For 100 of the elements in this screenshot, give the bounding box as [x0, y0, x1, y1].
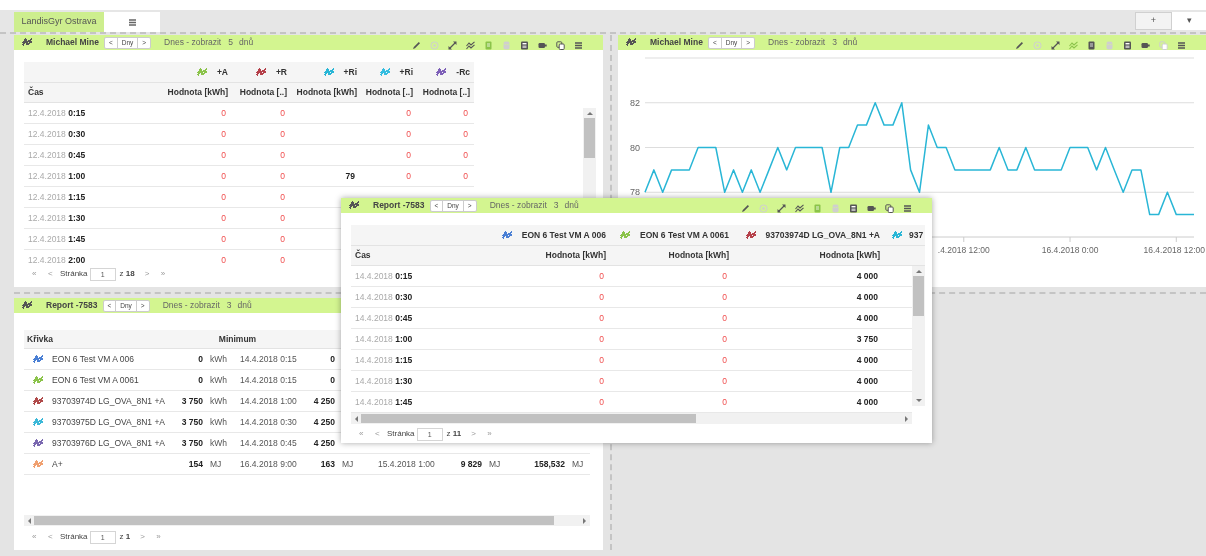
line-chart-icon[interactable] [795, 204, 804, 213]
expand-icon[interactable] [1051, 41, 1060, 50]
chart-icon[interactable] [22, 301, 34, 310]
time-cell: 14.4.2018 0:30 [355, 290, 413, 304]
value-cell: 4 000 [856, 311, 878, 325]
time-cell: 12.4.2018 0:15 [28, 106, 86, 120]
period-label: Dnes - zobrazit [164, 36, 222, 49]
period-count: 3 [832, 36, 837, 49]
column-header: 93703974D LG_OVA_8N1 +A [765, 228, 880, 242]
time-cell: 12.4.2018 1:00 [28, 169, 86, 183]
column-header: +R [275, 65, 287, 79]
value-cell: 0 [406, 106, 411, 120]
panel-title: Michael Mine [46, 36, 99, 49]
panel-title: Report -7583 [373, 199, 425, 212]
curve-name: A+ [52, 457, 63, 471]
value-cell: 0 [599, 332, 604, 346]
document-icon[interactable] [1087, 41, 1096, 50]
date-cell: 14.4.2018 0:15 [240, 373, 297, 387]
chart-icon[interactable] [626, 38, 638, 47]
time-cell: 12.4.2018 1:45 [28, 232, 86, 246]
time-cell: 14.4.2018 1:30 [355, 374, 413, 388]
time-cell: 14.4.2018 1:15 [355, 353, 413, 367]
battery-icon[interactable] [867, 204, 876, 213]
pencil-icon[interactable] [412, 41, 421, 50]
menu-icon[interactable] [574, 41, 583, 50]
value-cell: 154 [188, 457, 203, 471]
column-header: Čas [355, 249, 371, 262]
page-count: z 11 [446, 428, 462, 440]
unit-cell: MJ [489, 457, 501, 471]
unit-cell: MJ [572, 457, 584, 471]
column-header: -Rc [456, 65, 470, 79]
date-cell: 16.4.2018 9:00 [240, 457, 297, 471]
value-cell: 4 000 [856, 374, 878, 388]
value-cell: 4 250 [313, 436, 335, 450]
battery-icon[interactable] [538, 41, 547, 50]
value-cell: 0 [406, 127, 411, 141]
copy-icon[interactable] [556, 41, 565, 50]
unit-cell: MJ [342, 457, 354, 471]
scrollbar[interactable] [912, 266, 925, 406]
unit-cell: kWh [210, 436, 227, 450]
menu-button[interactable] [104, 12, 160, 32]
value-cell: 0 [221, 190, 226, 204]
period-label: Dnes - zobrazit [162, 299, 220, 312]
chart-icon[interactable] [349, 201, 361, 210]
time-cell: 12.4.2018 2:00 [28, 253, 86, 267]
value-cell: 4 000 [856, 353, 878, 367]
line-chart-icon[interactable] [466, 41, 475, 50]
value-cell: 3 750 [181, 394, 203, 408]
add-button[interactable]: + [1135, 12, 1172, 30]
expand-icon[interactable] [777, 204, 786, 213]
value-cell: 0 [280, 169, 285, 183]
value-cell: 0 [280, 232, 285, 246]
value-cell: 0 [722, 332, 727, 346]
pencil-icon[interactable] [741, 204, 750, 213]
period-label: Dnes - zobrazit [768, 36, 826, 49]
column-header: +Ri [399, 65, 413, 79]
column-header: Hodnota [kWh] [296, 86, 357, 99]
expand-icon[interactable] [448, 41, 457, 50]
menu-icon[interactable] [903, 204, 912, 213]
value-cell: 3 750 [856, 332, 878, 346]
date-cell: 14.4.2018 0:30 [240, 415, 297, 429]
value-cell: 4 250 [313, 394, 335, 408]
tab[interactable]: LandisGyr Ostrava [14, 12, 104, 32]
value-cell: 0 [722, 353, 727, 367]
pencil-icon[interactable] [1015, 41, 1024, 50]
date-cell: 14.4.2018 0:45 [240, 436, 297, 450]
curve-name: EON 6 Test VM A 006 [52, 352, 135, 366]
calculator-icon[interactable] [520, 41, 529, 50]
menu-icon [127, 17, 137, 27]
calculator-icon[interactable] [1123, 41, 1132, 50]
scrollbar[interactable] [24, 515, 590, 526]
menu-icon[interactable] [1177, 41, 1186, 50]
battery-icon[interactable] [1141, 41, 1150, 50]
copy-icon[interactable] [885, 204, 894, 213]
time-cell: 14.4.2018 1:00 [355, 332, 413, 346]
value-cell: 0 [280, 127, 285, 141]
curve-name: 93703975D LG_OVA_8N1 +A [52, 415, 166, 429]
value-cell: 0 [221, 148, 226, 162]
chart-icon[interactable] [22, 38, 34, 47]
period-unit: dnů [564, 199, 579, 212]
pager-label: Stránka [387, 428, 415, 440]
period-count: 3 [226, 299, 232, 312]
period-count: 5 [228, 36, 233, 49]
scrollbar[interactable] [351, 413, 912, 424]
value-cell: 3 750 [181, 436, 203, 450]
unit-cell: kWh [210, 352, 227, 366]
unit-cell: kWh [210, 415, 227, 429]
date-cell: 14.4.2018 0:15 [240, 352, 297, 366]
value-cell: 0 [599, 353, 604, 367]
period-label: Dnes - zobrazit [489, 199, 547, 212]
value-cell: 0 [330, 352, 335, 366]
dropdown-button[interactable]: ▾ [1172, 12, 1206, 30]
value-cell: 0 [221, 253, 226, 267]
page-count: z 1 [119, 531, 131, 543]
pager-label: Stránka [60, 268, 88, 280]
calculator-icon[interactable] [849, 204, 858, 213]
value-cell: 0 [599, 290, 604, 304]
value-cell: 0 [406, 169, 411, 183]
column-header: +A [216, 65, 228, 79]
value-cell: 163 [320, 457, 335, 471]
